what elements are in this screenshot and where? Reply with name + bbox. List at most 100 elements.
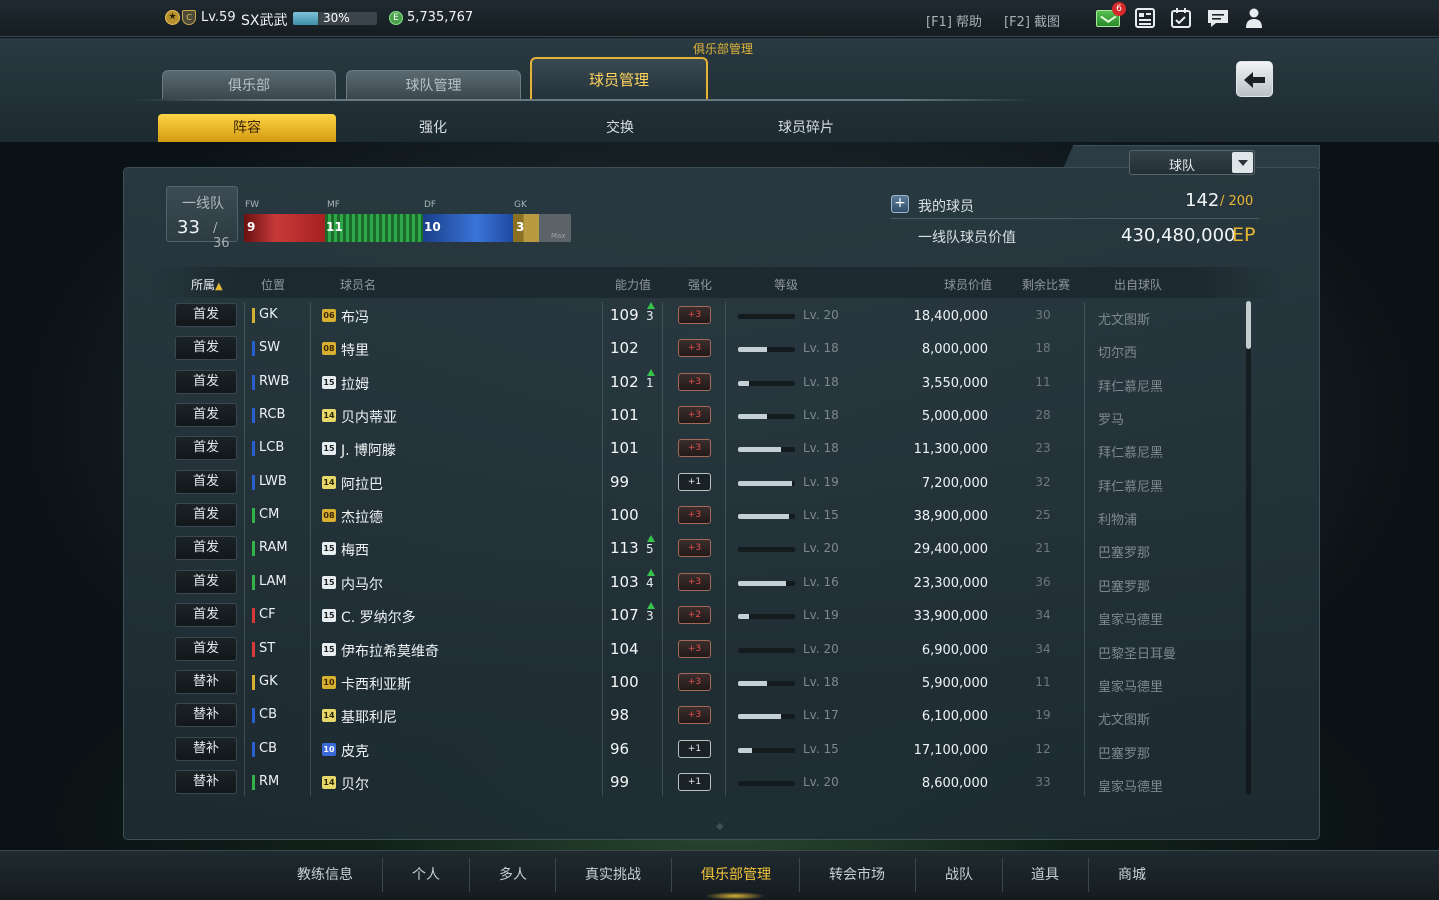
table-row[interactable]: 首发 RWB 15 拉姆 102 1 +3 Lv. 18 3,550,000 11 拜仁慕尼黑 — [160, 366, 1260, 399]
player-name[interactable]: 贝内蒂亚 — [341, 407, 397, 427]
chat-icon[interactable] — [1206, 7, 1230, 29]
header-name[interactable]: 球员名 — [340, 276, 376, 293]
status-button[interactable]: 替补 — [175, 703, 237, 728]
back-button[interactable] — [1236, 61, 1273, 97]
player-name[interactable]: 杰拉德 — [341, 507, 383, 527]
player-name[interactable]: 皮克 — [341, 741, 369, 761]
player-position: RCB — [259, 407, 286, 423]
calendar-check-icon[interactable] — [1169, 7, 1193, 29]
remaining-matches: 11 — [1035, 374, 1051, 389]
level-progress-bar — [738, 747, 795, 753]
player-name[interactable]: J. 博阿滕 — [341, 440, 396, 460]
status-button[interactable]: 替补 — [175, 669, 237, 694]
player-name[interactable]: 特里 — [341, 340, 369, 360]
player-name[interactable]: C. 罗纳尔多 — [341, 607, 416, 627]
chevron-down-icon[interactable] — [1232, 152, 1253, 173]
enhance-level-badge: +1 — [678, 472, 711, 491]
status-button[interactable]: 首发 — [175, 303, 237, 327]
player-name[interactable]: 卡西利亚斯 — [341, 674, 411, 694]
table-row[interactable]: 首发 RAM 15 梅西 113 5 +3 Lv. 20 29,400,000 21 巴塞罗那 — [160, 532, 1260, 565]
header-enhance[interactable]: 强化 — [688, 276, 712, 293]
help-link[interactable]: [F1] 帮助 — [926, 11, 982, 30]
enhance-level-badge: +3 — [678, 506, 711, 525]
nav-squad[interactable]: 战队 — [945, 864, 973, 884]
status-button[interactable]: 首发 — [175, 536, 237, 561]
player-name[interactable]: 拉姆 — [341, 374, 369, 394]
nav-transfer-market[interactable]: 转会市场 — [829, 864, 885, 884]
table-scrollbar[interactable] — [1246, 301, 1251, 795]
tab-player-management[interactable]: 球员管理 — [530, 57, 708, 99]
status-button[interactable]: 首发 — [175, 403, 237, 428]
header-club[interactable]: 出自球队 — [1114, 276, 1162, 293]
table-row[interactable]: 首发 LCB 15 J. 博阿滕 101 +3 Lv. 18 11,300,000 23 拜仁慕尼… — [160, 432, 1260, 465]
subtab-player-fragments[interactable]: 球员碎片 — [717, 114, 895, 142]
remaining-matches: 34 — [1035, 608, 1051, 623]
status-button[interactable]: 首发 — [175, 503, 237, 528]
status-button[interactable]: 首发 — [175, 436, 237, 461]
header-remaining[interactable]: 剩余比赛 — [1022, 276, 1070, 293]
header-value[interactable]: 球员价值 — [944, 276, 992, 293]
position-color-marker — [252, 641, 255, 657]
mail-icon[interactable]: 6 — [1096, 2, 1126, 29]
user-icon[interactable] — [1242, 7, 1266, 29]
status-button[interactable]: 替补 — [175, 736, 237, 761]
player-name[interactable]: 基耶利尼 — [341, 707, 397, 727]
df-label: DF — [424, 200, 437, 210]
header-position[interactable]: 位置 — [261, 276, 285, 293]
up-arrow-icon — [647, 368, 655, 376]
table-row[interactable]: 首发 LAM 15 内马尔 103 4 +3 Lv. 16 23,300,000 36 巴塞罗那 — [160, 566, 1260, 599]
status-button[interactable]: 首发 — [175, 569, 237, 594]
table-row[interactable]: 首发 CF 15 C. 罗纳尔多 107 3 +2 Lv. 19 33,900,000 34 皇家马… — [160, 599, 1260, 632]
position-color-marker — [252, 574, 255, 590]
add-player-button[interactable]: + — [891, 195, 909, 213]
table-row[interactable]: 首发 GK 06 布冯 109 3 +3 Lv. 20 18,400,000 30 尤文图斯 — [160, 299, 1260, 332]
table-row[interactable]: 首发 RCB 14 贝内蒂亚 101 +3 Lv. 18 5,000,000 28 罗马 — [160, 399, 1260, 432]
origin-club: 拜仁慕尼黑 — [1098, 446, 1164, 462]
document-icon[interactable] — [1133, 7, 1157, 29]
table-row[interactable]: 替补 CB 14 基耶利尼 98 +3 Lv. 17 6,100,000 19 尤文图斯 — [160, 699, 1260, 732]
player-name[interactable]: 梅西 — [341, 540, 369, 560]
player-name[interactable]: 内马尔 — [341, 574, 383, 594]
header-ovr[interactable]: 能力值 — [615, 276, 651, 293]
table-row[interactable]: 替补 GK 10 卡西利亚斯 100 +3 Lv. 18 5,900,000 11 皇家马德里 — [160, 666, 1260, 699]
player-ovr: 109 — [610, 306, 639, 324]
header-level[interactable]: 等级 — [774, 276, 798, 293]
subtab-trade[interactable]: 交换 — [531, 114, 709, 142]
table-row[interactable]: 首发 CM 08 杰拉德 100 +3 Lv. 15 38,900,000 25 利物浦 — [160, 499, 1260, 532]
player-name[interactable]: 贝尔 — [341, 774, 369, 794]
status-button[interactable]: 替补 — [175, 769, 237, 794]
nav-single-player[interactable]: 个人 — [412, 864, 440, 884]
nav-coach-info[interactable]: 教练信息 — [297, 864, 353, 884]
player-name[interactable]: 伊布拉希莫维奇 — [341, 641, 439, 661]
table-row[interactable]: 首发 ST 15 伊布拉希莫维奇 104 +3 Lv. 20 6,900,000 34 巴黎圣日耳… — [160, 633, 1260, 666]
team-filter-dropdown[interactable]: 球队 — [1129, 150, 1255, 175]
level-progress-bar — [738, 780, 795, 786]
origin-club: 巴塞罗那 — [1098, 746, 1151, 762]
nav-club-management[interactable]: 俱乐部管理 — [701, 864, 771, 884]
scrollbar-thumb[interactable] — [1246, 301, 1251, 349]
player-name[interactable]: 布冯 — [341, 307, 369, 327]
status-button[interactable]: 首发 — [175, 469, 237, 494]
screenshot-link[interactable]: [F2] 截图 — [1004, 11, 1060, 30]
level-progress-bar — [738, 480, 795, 486]
tab-team-management[interactable]: 球队管理 — [346, 70, 521, 99]
nav-shop[interactable]: 商城 — [1118, 864, 1146, 884]
nav-multiplayer[interactable]: 多人 — [499, 864, 527, 884]
player-position: CF — [259, 607, 276, 623]
status-button[interactable]: 首发 — [175, 603, 237, 628]
table-row[interactable]: 首发 SW 08 特里 102 +3 Lv. 18 8,000,000 18 切尔西 — [160, 332, 1260, 365]
header-owner[interactable]: 所属▲ — [191, 276, 223, 293]
table-row[interactable]: 替补 CB 10 皮克 96 +1 Lv. 15 17,100,000 12 巴塞罗那 — [160, 733, 1260, 766]
up-arrow-icon — [647, 302, 655, 309]
status-button[interactable]: 首发 — [175, 369, 237, 394]
tab-club[interactable]: 俱乐部 — [162, 70, 336, 99]
nav-items[interactable]: 道具 — [1031, 864, 1059, 884]
status-button[interactable]: 首发 — [175, 636, 237, 661]
subtab-lineup[interactable]: 阵容 — [158, 114, 336, 142]
subtab-enhance[interactable]: 强化 — [344, 114, 522, 142]
status-button[interactable]: 首发 — [175, 336, 237, 361]
nav-real-challenge[interactable]: 真实挑战 — [585, 864, 641, 884]
table-row[interactable]: 替补 RM 14 贝尔 99 +1 Lv. 20 8,600,000 33 皇家马德里 — [160, 766, 1260, 799]
table-row[interactable]: 首发 LWB 14 阿拉巴 99 +1 Lv. 19 7,200,000 32 拜仁慕尼黑 — [160, 466, 1260, 499]
player-name[interactable]: 阿拉巴 — [341, 474, 383, 494]
